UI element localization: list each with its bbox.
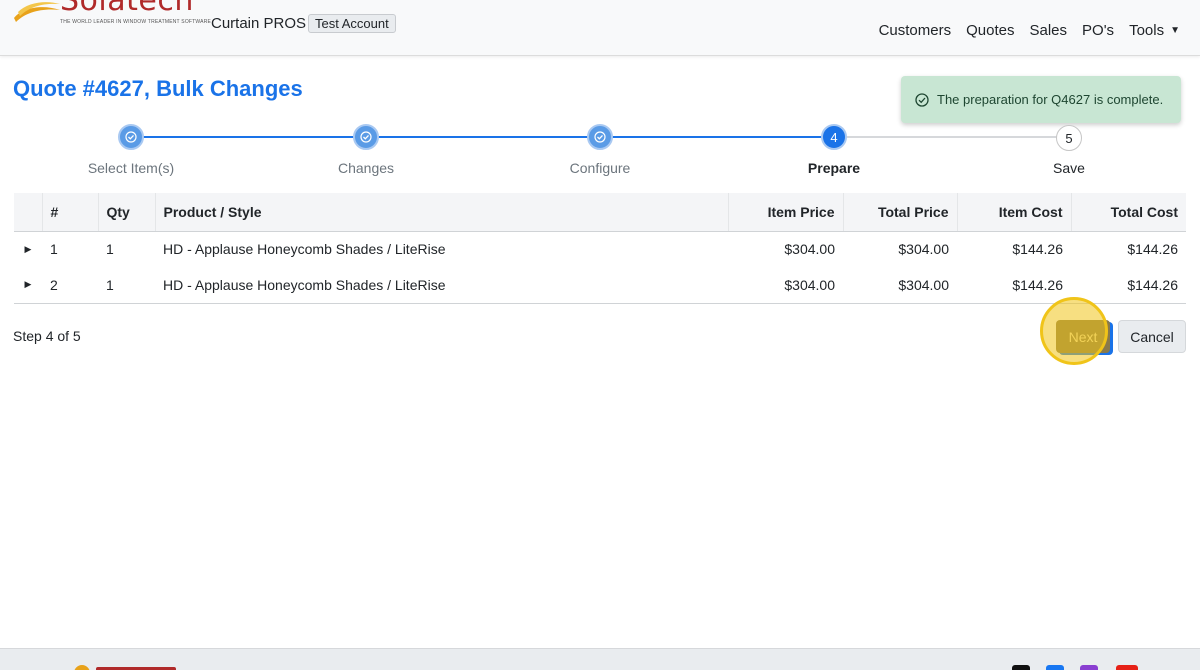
row-qty: 1 bbox=[106, 241, 114, 258]
cancel-button[interactable]: Cancel bbox=[1118, 320, 1186, 353]
x-social-icon[interactable] bbox=[1012, 665, 1030, 670]
step-1-label: Select Item(s) bbox=[87, 160, 175, 176]
main-nav: Customers Quotes Sales PO's Tools ▼ bbox=[879, 22, 1180, 39]
company-name: Curtain PROS bbox=[211, 15, 307, 32]
step-2-label: Changes bbox=[337, 160, 395, 176]
footer-logo-icon bbox=[74, 665, 176, 670]
youtube-icon[interactable] bbox=[1116, 665, 1138, 670]
logo-wordmark: Solatech bbox=[60, 0, 194, 18]
column-header-number[interactable]: # bbox=[42, 193, 99, 232]
row-product: HD - Applause Honeycomb Shades / LiteRis… bbox=[163, 241, 446, 258]
quote-items-table: # Qty Product / Style Item Price Total P… bbox=[14, 193, 1186, 304]
column-header-total-cost[interactable]: Total Cost bbox=[1071, 193, 1186, 232]
success-toast[interactable]: The preparation for Q4627 is complete. bbox=[901, 76, 1181, 123]
table-header-row: # Qty Product / Style Item Price Total P… bbox=[14, 193, 1186, 232]
caret-right-icon[interactable]: ▶ bbox=[14, 267, 42, 304]
top-navbar: Solatech THE WORLD LEADER IN WINDOW TREA… bbox=[0, 0, 1200, 56]
column-header-item-cost[interactable]: Item Cost bbox=[957, 193, 1072, 232]
table-row[interactable]: ▶ 1 1 HD - Applause Honeycomb Shades / L… bbox=[14, 231, 1186, 267]
nav-quotes[interactable]: Quotes bbox=[966, 22, 1014, 39]
stepper-line-remaining bbox=[834, 136, 1068, 138]
row-total-cost: $144.26 bbox=[1127, 241, 1178, 258]
check-icon bbox=[360, 131, 372, 143]
account-badge: Test Account bbox=[308, 14, 396, 33]
row-item-price: $304.00 bbox=[784, 241, 835, 258]
column-header-product[interactable]: Product / Style bbox=[155, 193, 729, 232]
row-item-price: $304.00 bbox=[728, 267, 843, 304]
step-3-label: Configure bbox=[569, 160, 631, 176]
row-item-cost: $144.26 bbox=[1012, 241, 1063, 258]
step-4-label: Prepare bbox=[807, 160, 861, 176]
row-item-cost: $144.26 bbox=[957, 267, 1071, 304]
check-icon bbox=[125, 131, 137, 143]
row-total-price: $304.00 bbox=[843, 267, 957, 304]
check-icon bbox=[594, 131, 606, 143]
step-2-indicator[interactable] bbox=[353, 124, 379, 150]
column-header-qty[interactable]: Qty bbox=[98, 193, 156, 232]
row-total-price: $304.00 bbox=[898, 241, 949, 258]
solatech-logo[interactable]: Solatech THE WORLD LEADER IN WINDOW TREA… bbox=[12, 0, 211, 30]
step-3-indicator[interactable] bbox=[587, 124, 613, 150]
table-row[interactable]: ▶ 2 1 HD - Applause Honeycomb Shades / L… bbox=[14, 267, 1186, 304]
facebook-icon[interactable] bbox=[1046, 665, 1064, 670]
next-button[interactable]: Next bbox=[1056, 320, 1110, 353]
nav-tools-label: Tools bbox=[1129, 22, 1165, 39]
caret-down-icon: ▼ bbox=[1170, 25, 1180, 36]
row-number: 1 bbox=[50, 241, 58, 258]
step-5-label: Save bbox=[1053, 160, 1085, 176]
nav-pos[interactable]: PO's bbox=[1082, 22, 1114, 39]
caret-right-icon[interactable]: ▶ bbox=[14, 231, 42, 267]
column-header-total-price[interactable]: Total Price bbox=[843, 193, 958, 232]
stepper-line-complete bbox=[131, 136, 834, 138]
podcast-icon[interactable] bbox=[1080, 665, 1098, 670]
column-header-item-price[interactable]: Item Price bbox=[728, 193, 844, 232]
step-5-indicator: 5 bbox=[1056, 125, 1082, 151]
nav-tools[interactable]: Tools ▼ bbox=[1129, 22, 1180, 39]
row-product: HD - Applause Honeycomb Shades / LiteRis… bbox=[155, 267, 728, 304]
page-footer bbox=[0, 648, 1200, 670]
step-4-indicator: 4 bbox=[821, 124, 847, 150]
row-total-cost: $144.26 bbox=[1071, 267, 1186, 304]
row-qty: 1 bbox=[98, 267, 155, 304]
step-count: Step 4 of 5 bbox=[13, 328, 81, 344]
nav-customers[interactable]: Customers bbox=[879, 22, 952, 39]
check-circle-icon bbox=[915, 92, 929, 107]
nav-sales[interactable]: Sales bbox=[1029, 22, 1067, 39]
logo-swoosh-icon bbox=[14, 2, 60, 22]
page-title: Quote #4627, Bulk Changes bbox=[13, 76, 303, 101]
toast-message: The preparation for Q4627 is complete. bbox=[937, 92, 1164, 107]
step-1-indicator[interactable] bbox=[118, 124, 144, 150]
logo-tagline: THE WORLD LEADER IN WINDOW TREATMENT SOF… bbox=[60, 19, 212, 25]
expand-column-header bbox=[14, 193, 43, 232]
row-number: 2 bbox=[42, 267, 98, 304]
